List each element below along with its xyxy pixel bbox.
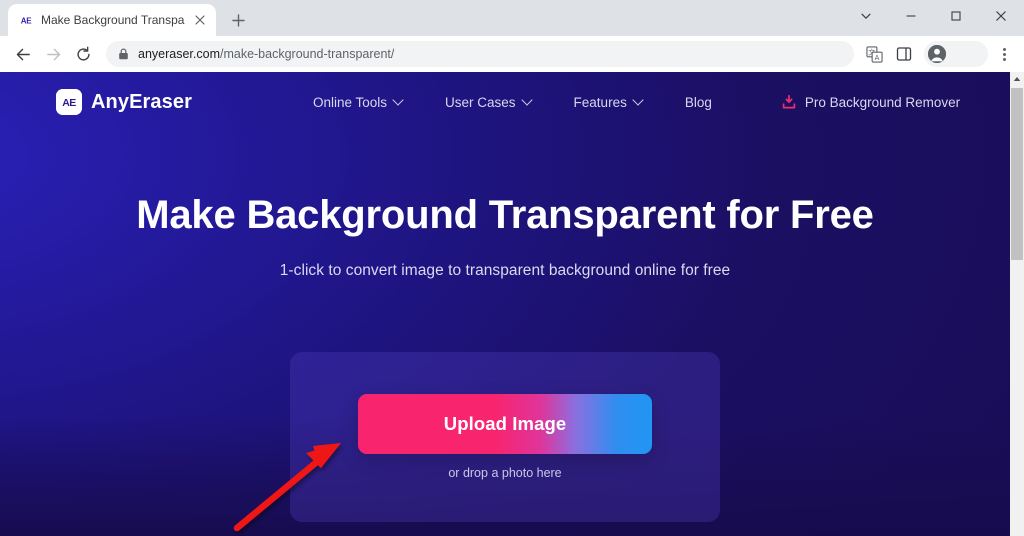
scroll-up-arrow-icon[interactable] — [1010, 72, 1024, 86]
svg-text:AE: AE — [21, 17, 32, 26]
site-logo[interactable]: AE AnyEraser — [56, 89, 192, 115]
url-path: /make-background-transparent/ — [219, 47, 395, 61]
hero-section: Make Background Transparent for Free 1-c… — [0, 132, 1010, 280]
tab-close-icon[interactable] — [192, 12, 208, 28]
upload-button-label: Upload Image — [443, 413, 567, 434]
anyeraser-landing-page: AE AnyEraser Online Tools User Cases Fea… — [0, 72, 1010, 536]
svg-text:AE: AE — [62, 97, 76, 109]
address-bar[interactable]: anyeraser.com/make-background-transparen… — [106, 41, 854, 67]
window-controls — [843, 0, 1024, 32]
nav-item-pro-background-remover[interactable]: Pro Background Remover — [761, 95, 981, 110]
nav-label: User Cases — [445, 94, 516, 110]
page-viewport: AE AnyEraser Online Tools User Cases Fea… — [0, 72, 1024, 536]
anyeraser-logo-icon: AE — [56, 89, 82, 115]
new-tab-button[interactable] — [224, 6, 252, 34]
nav-item-online-tools[interactable]: Online Tools — [292, 95, 424, 110]
translate-icon[interactable]: 文 A — [860, 40, 888, 68]
address-bar-url: anyeraser.com/make-background-transparen… — [138, 47, 394, 61]
kebab-dot — [1002, 57, 1006, 61]
reload-button[interactable] — [68, 39, 98, 69]
nav-label: Pro Background Remover — [804, 94, 961, 110]
browser-window: AE Make Background Transparent — [0, 0, 1024, 536]
window-close-icon[interactable] — [978, 0, 1024, 32]
nav-label: Blog — [684, 94, 712, 110]
page-subtitle: 1-click to convert image to transparent … — [279, 262, 731, 279]
profile-avatar-icon — [928, 45, 946, 63]
svg-text:A: A — [874, 53, 879, 61]
nav-label: Online Tools — [312, 94, 388, 110]
tab-strip: AE Make Background Transparent — [0, 0, 1024, 36]
chevron-down-icon — [523, 96, 532, 105]
nav-label: Features — [573, 94, 627, 110]
browser-toolbar: anyeraser.com/make-background-transparen… — [0, 36, 1024, 72]
upload-image-button[interactable]: Upload Image — [358, 394, 652, 454]
lock-icon — [119, 48, 128, 60]
kebab-dot — [1002, 47, 1006, 51]
window-maximize-icon[interactable] — [933, 0, 978, 32]
page-scrollbar[interactable] — [1010, 72, 1024, 536]
chevron-down-icon — [634, 96, 643, 105]
download-install-icon — [782, 94, 796, 109]
nav-item-features[interactable]: Features — [553, 95, 664, 110]
chevron-down-icon — [394, 96, 403, 105]
profile-button[interactable] — [924, 41, 988, 67]
tab-title: Make Background Transparent — [41, 13, 185, 27]
drop-hint-text: or drop a photo here — [448, 466, 562, 480]
nav-item-blog[interactable]: Blog — [664, 95, 733, 110]
kebab-dot — [1002, 52, 1006, 56]
kebab-menu-icon[interactable] — [992, 40, 1016, 68]
forward-button[interactable] — [38, 39, 68, 69]
tab-search-chevron-down-icon[interactable] — [843, 0, 888, 32]
anyeraser-favicon-icon: AE — [18, 12, 34, 28]
url-domain: anyeraser.com — [138, 47, 220, 61]
toolbar-right-actions: 文 A — [860, 40, 1016, 68]
scrollbar-thumb[interactable] — [1011, 88, 1023, 260]
page-title: Make Background Transparent for Free — [136, 193, 874, 237]
nav-item-user-cases[interactable]: User Cases — [424, 95, 553, 110]
upload-dropzone[interactable]: Upload Image or drop a photo here — [290, 352, 720, 522]
browser-tab[interactable]: AE Make Background Transparent — [8, 4, 216, 36]
brand-name: AnyEraser — [91, 90, 192, 113]
window-minimize-icon[interactable] — [888, 0, 933, 32]
side-panel-icon[interactable] — [890, 40, 918, 68]
site-header: AE AnyEraser Online Tools User Cases Fea… — [0, 72, 1010, 132]
main-navigation: Online Tools User Cases Features Blog Pr… — [292, 95, 981, 110]
back-button[interactable] — [8, 39, 38, 69]
